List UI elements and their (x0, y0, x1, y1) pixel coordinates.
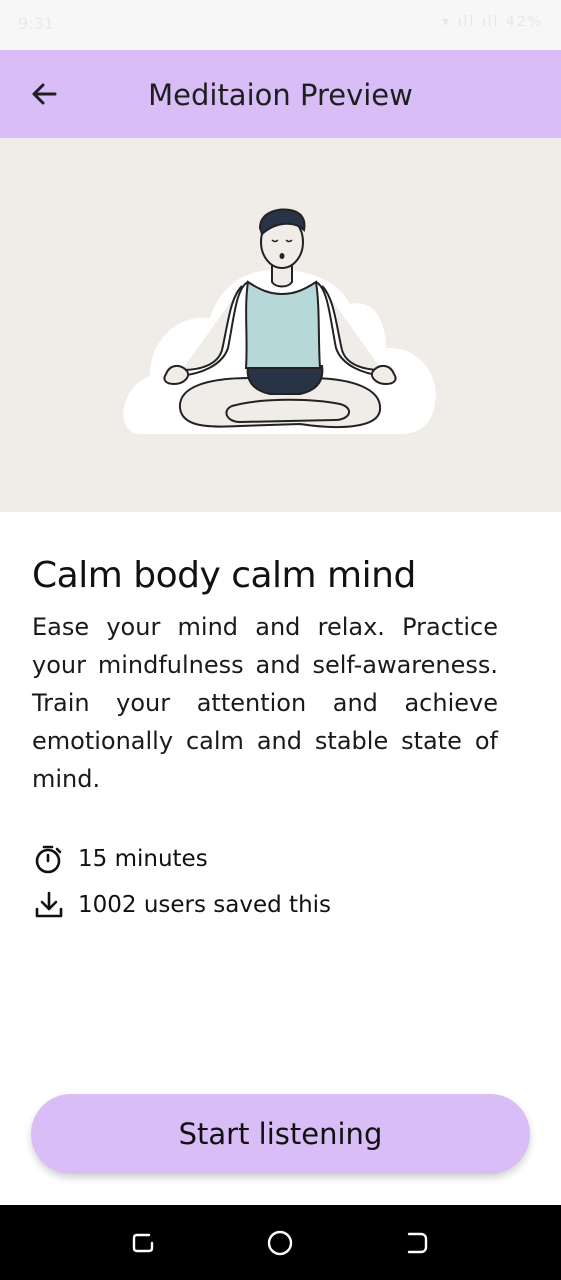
system-back-button[interactable] (403, 1229, 431, 1257)
home-icon (267, 1230, 293, 1256)
status-bar: 9:31 ▾ ıll ıll 42% (0, 0, 561, 50)
meditating-person-illustration (123, 208, 436, 434)
status-time: 9:31 (18, 14, 54, 33)
recent-apps-button[interactable] (129, 1229, 157, 1257)
headline: Calm body calm mind (32, 555, 416, 596)
page-title: Meditaion Preview (148, 78, 413, 112)
back-icon (407, 1232, 428, 1254)
stopwatch-icon (32, 842, 66, 876)
app-bar: Meditaion Preview (0, 50, 561, 138)
saves-text: 1002 users saved this (78, 892, 332, 918)
duration-row: 15 minutes (32, 836, 512, 882)
duration-text: 15 minutes (78, 846, 208, 872)
recent-apps-icon (132, 1233, 154, 1253)
status-icons: ▾ ıll ıll 42% (442, 14, 543, 30)
system-nav-bar (0, 1205, 561, 1280)
meta-info: 15 minutes 1002 users saved this (32, 836, 512, 928)
start-listening-button[interactable]: Start listening (31, 1094, 530, 1174)
description: Ease your mind and relax. Practice your … (32, 613, 498, 793)
content-section: Calm body calm mind Ease your mind and r… (32, 555, 498, 798)
saves-row: 1002 users saved this (32, 882, 512, 928)
hero-image (0, 138, 561, 512)
home-button[interactable] (266, 1229, 294, 1257)
download-icon (32, 888, 66, 922)
